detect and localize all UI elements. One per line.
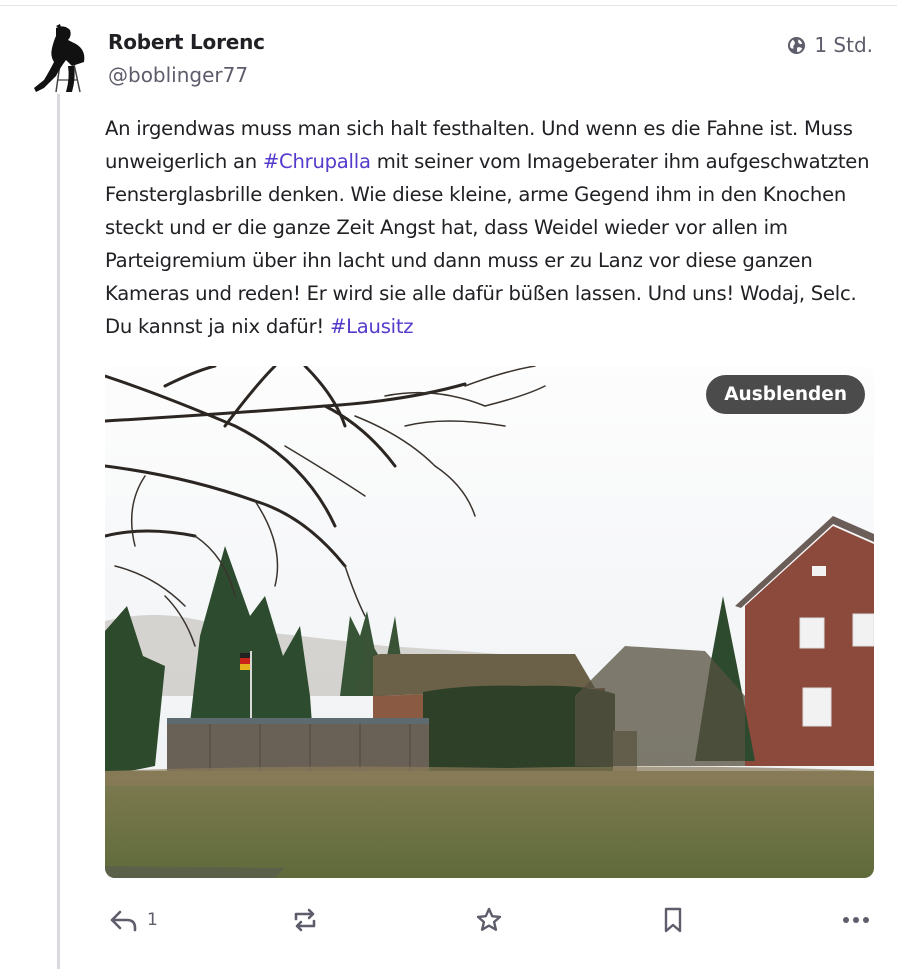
post-text-part: mit seiner vom Imageberater ihm aufgesch… — [105, 150, 870, 338]
star-icon — [475, 906, 503, 934]
bookmark-button[interactable] — [661, 900, 685, 940]
favourite-button[interactable] — [475, 900, 503, 940]
reply-icon — [109, 908, 137, 932]
more-button[interactable] — [842, 900, 870, 940]
media-photo[interactable] — [105, 366, 874, 878]
media-attachment[interactable]: Ausblenden — [105, 366, 874, 878]
post-action-bar: 1 — [105, 900, 875, 940]
more-icon — [842, 915, 870, 925]
post-timestamp: 1 Std. — [814, 33, 873, 57]
hashtag-link[interactable]: #Lausitz — [330, 315, 414, 338]
globe-icon — [787, 36, 806, 55]
hide-media-button[interactable]: Ausblenden — [706, 375, 865, 414]
avatar[interactable] — [26, 22, 94, 94]
author-handle[interactable]: @boblinger77 — [108, 63, 248, 87]
post-content: An irgendwas muss man sich halt festhalt… — [105, 112, 875, 343]
author-name[interactable]: Robert Lorenc — [108, 30, 265, 54]
post-meta[interactable]: 1 Std. — [787, 33, 873, 57]
thread-line — [57, 88, 60, 969]
boost-icon — [291, 906, 319, 934]
reply-button[interactable]: 1 — [109, 900, 158, 940]
bookmark-icon — [661, 906, 685, 934]
hashtag-link[interactable]: #Chrupalla — [263, 150, 371, 173]
boost-button[interactable] — [291, 900, 319, 940]
reply-count: 1 — [147, 910, 158, 930]
post-top-border — [0, 5, 897, 6]
